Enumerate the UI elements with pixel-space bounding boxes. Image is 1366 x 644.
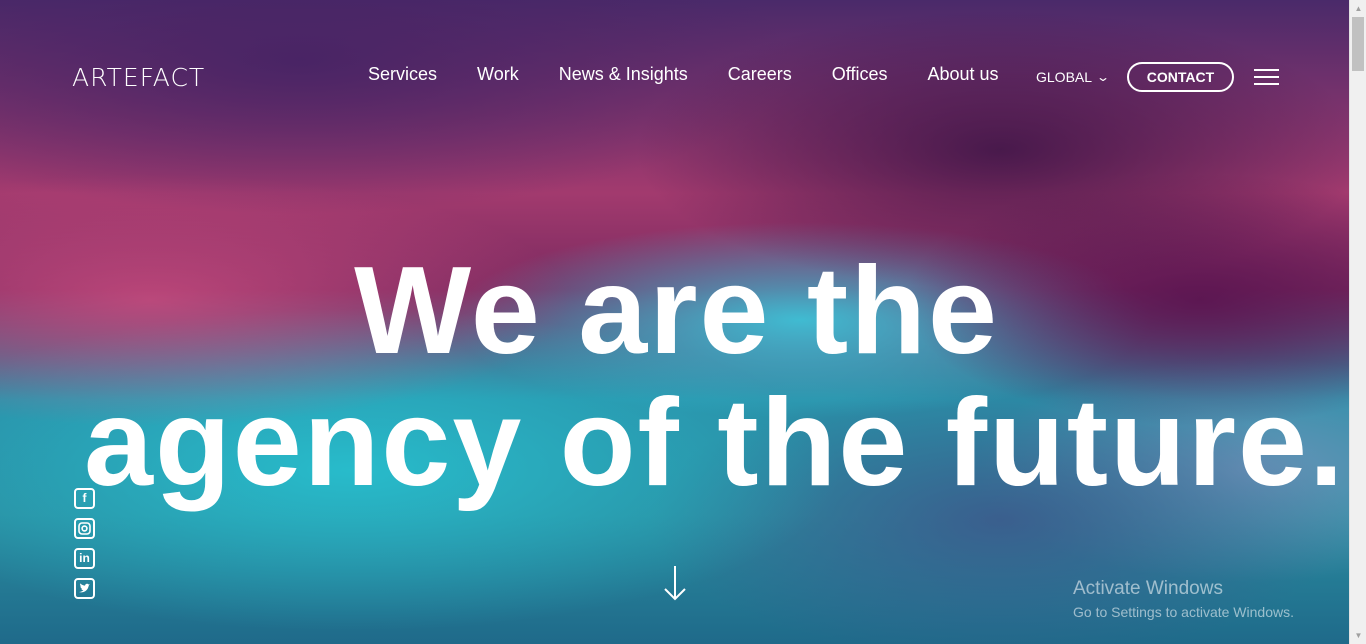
hamburger-menu-icon[interactable] (1254, 69, 1279, 85)
linkedin-icon[interactable]: in (74, 548, 95, 569)
region-selector[interactable]: GLOBAL ⌄ (1036, 69, 1111, 85)
windows-activation-watermark: Activate Windows Go to Settings to activ… (1073, 578, 1294, 620)
nav-work[interactable]: Work (477, 64, 519, 85)
hero-background: ARTEFACT Services Work News & Insights C… (0, 0, 1349, 644)
chevron-down-icon: ⌄ (1096, 70, 1111, 84)
nav-news-insights[interactable]: News & Insights (559, 64, 688, 85)
nav-offices[interactable]: Offices (832, 64, 888, 85)
nav-careers[interactable]: Careers (728, 64, 792, 85)
hero-headline-line2: agency of the future. (84, 374, 1346, 512)
instagram-icon[interactable] (74, 518, 95, 539)
nav-services[interactable]: Services (368, 64, 437, 85)
watermark-subtitle: Go to Settings to activate Windows. (1073, 604, 1294, 620)
nav-about-us[interactable]: About us (927, 64, 998, 85)
contact-button[interactable]: CONTACT (1127, 62, 1234, 92)
scroll-down-arrow-icon[interactable] (662, 564, 688, 602)
facebook-icon[interactable]: f (74, 488, 95, 509)
artefact-logo[interactable]: ARTEFACT (72, 63, 205, 92)
region-label: GLOBAL (1036, 69, 1093, 85)
vertical-scrollbar[interactable]: ▲ ▼ (1349, 0, 1366, 644)
twitter-icon[interactable] (74, 578, 95, 599)
scrollbar-thumb[interactable] (1352, 17, 1364, 71)
scroll-up-icon[interactable]: ▲ (1350, 0, 1366, 17)
watermark-title: Activate Windows (1073, 578, 1223, 599)
hero-headline-line1: We are the (354, 242, 999, 380)
social-links: f in (74, 488, 96, 608)
main-nav: Services Work News & Insights Careers Of… (368, 64, 1039, 85)
scroll-down-icon[interactable]: ▼ (1350, 627, 1366, 644)
